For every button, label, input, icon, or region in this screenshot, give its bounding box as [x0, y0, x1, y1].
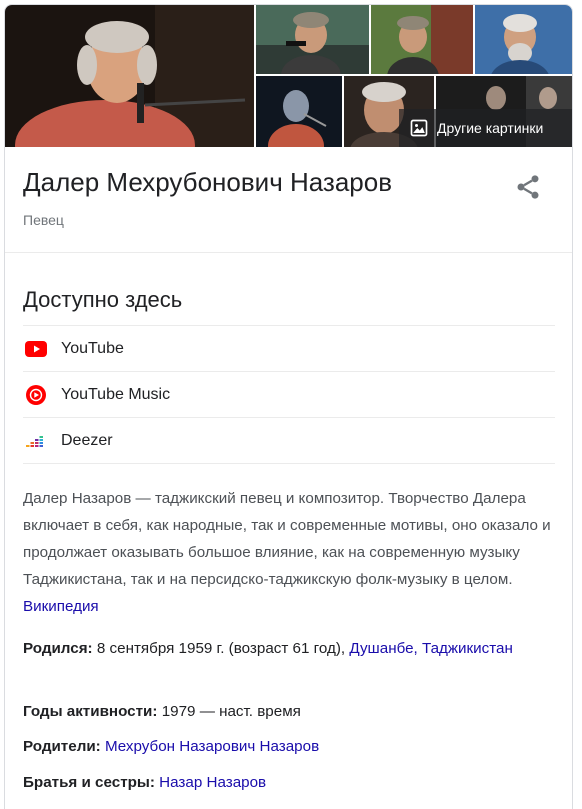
available-heading: Доступно здесь	[23, 287, 183, 312]
youtube-icon	[25, 340, 47, 357]
service-label: Deezer	[61, 431, 113, 449]
service-youtube-music[interactable]: YouTube Music	[23, 372, 555, 418]
youtube-music-icon	[26, 384, 46, 405]
main-photo[interactable]	[5, 5, 254, 147]
description: Далер Назаров — таджикский певец и компо…	[23, 485, 557, 620]
deezer-icon	[26, 435, 43, 447]
entity-subtitle: Певец	[23, 212, 64, 228]
fact-label: Братья и сестры:	[23, 774, 155, 791]
fact-label: Родители:	[23, 738, 101, 755]
panel-header: Далер Мехрубонович Назаров Певец	[5, 147, 572, 253]
more-images-button[interactable]: Другие картинки	[399, 109, 572, 147]
parents-link[interactable]: Мехрубон Назарович Назаров	[105, 738, 319, 755]
entity-title: Далер Мехрубонович Назаров	[23, 167, 393, 197]
fact-value: 1979 — наст. время	[161, 703, 301, 720]
more-images-label: Другие картинки	[437, 120, 544, 136]
service-deezer[interactable]: Deezer	[23, 418, 555, 464]
wikipedia-link[interactable]: Википедия	[23, 598, 99, 615]
fact-parents: Родители: Мехрубон Назарович Назаров	[23, 733, 557, 760]
knowledge-panel: Другие картинки Далер Мехрубонович Назар…	[4, 4, 573, 809]
image-gallery: Другие картинки	[5, 5, 572, 147]
photo-2[interactable]	[256, 5, 369, 74]
fact-active-years: Годы активности: 1979 — наст. время	[23, 698, 557, 725]
services-list: YouTube YouTube Music Deezer	[23, 325, 555, 464]
photo-4[interactable]	[475, 5, 572, 74]
fact-label: Родился:	[23, 640, 93, 657]
photo-3[interactable]	[371, 5, 473, 74]
service-label: YouTube Music	[61, 385, 171, 403]
fact-born: Родился: 8 сентября 1959 г. (возраст 61 …	[23, 635, 557, 662]
service-youtube[interactable]: YouTube	[23, 326, 555, 372]
born-place-link[interactable]: Душанбе, Таджикистан	[349, 640, 513, 657]
fact-siblings: Братья и сестры: Назар Назаров	[23, 769, 557, 796]
fact-label: Годы активности:	[23, 703, 158, 720]
service-label: YouTube	[61, 339, 124, 357]
description-text: Далер Назаров — таджикский певец и компо…	[23, 490, 551, 588]
photo-5[interactable]	[256, 76, 342, 147]
siblings-link[interactable]: Назар Назаров	[159, 774, 266, 791]
share-icon[interactable]	[514, 173, 542, 201]
image-icon	[410, 119, 428, 137]
fact-value: 8 сентября 1959 г. (возраст 61 год),	[96, 640, 346, 657]
